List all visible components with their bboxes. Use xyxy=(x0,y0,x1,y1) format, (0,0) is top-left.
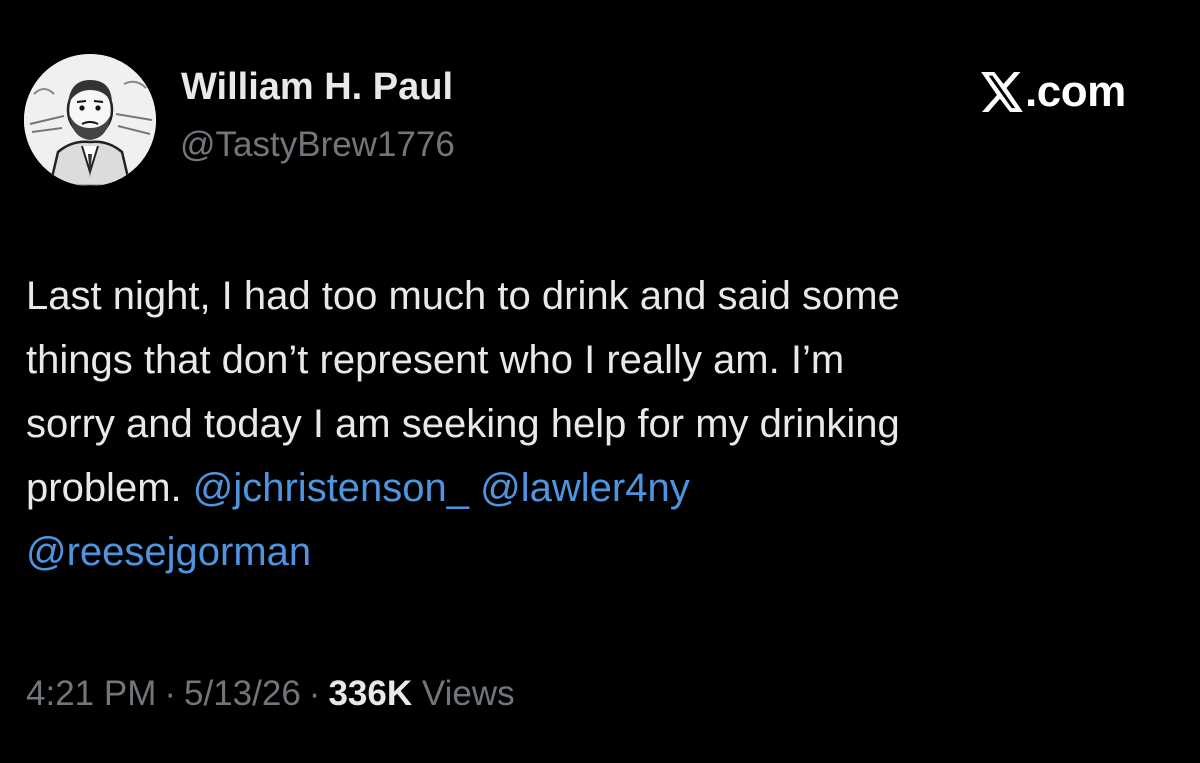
x-com-brand-link[interactable]: .com xyxy=(981,70,1126,114)
tweet-card: William H. Paul @TastyBrew1776 .com Last… xyxy=(0,0,1200,763)
meta-separator: · xyxy=(308,674,321,713)
brand-domain-label: .com xyxy=(1025,67,1126,116)
author-handle[interactable]: @TastyBrew1776 xyxy=(180,127,455,162)
mention-link-reesejgorman[interactable]: @reesejgorman xyxy=(26,530,311,574)
views-label: Views xyxy=(421,674,515,713)
tweet-date[interactable]: 5/13/26 xyxy=(184,674,301,713)
mention-link-jchristenson[interactable]: @jchristenson_ xyxy=(193,466,469,510)
mention-link-lawler4ny[interactable]: @lawler4ny xyxy=(480,466,690,510)
tweet-text-line: things that don’t represent who I really… xyxy=(26,338,845,382)
author-avatar[interactable] xyxy=(24,54,156,186)
meta-separator: · xyxy=(164,674,177,713)
x-logo-icon xyxy=(981,72,1023,112)
tweet-text-line: @reesejgorman xyxy=(26,520,1176,584)
tweet-time[interactable]: 4:21 PM xyxy=(26,674,156,713)
tweet-text-fragment: problem. xyxy=(26,466,182,510)
tweet-text-line: sorry and today I am seeking help for my… xyxy=(26,402,900,446)
author-display-name[interactable]: William H. Paul xyxy=(181,68,453,106)
tweet-metadata: 4:21 PM · 5/13/26 · 336K Views xyxy=(26,672,515,716)
tweet-text-line: Last night, I had too much to drink and … xyxy=(26,274,900,318)
views-count: 336K xyxy=(328,674,413,713)
tweet-text: Last night, I had too much to drink and … xyxy=(26,264,1176,584)
caricature-portrait-icon xyxy=(24,54,156,186)
tweet-text-line: problem. @jchristenson_ @lawler4ny xyxy=(26,456,1176,520)
